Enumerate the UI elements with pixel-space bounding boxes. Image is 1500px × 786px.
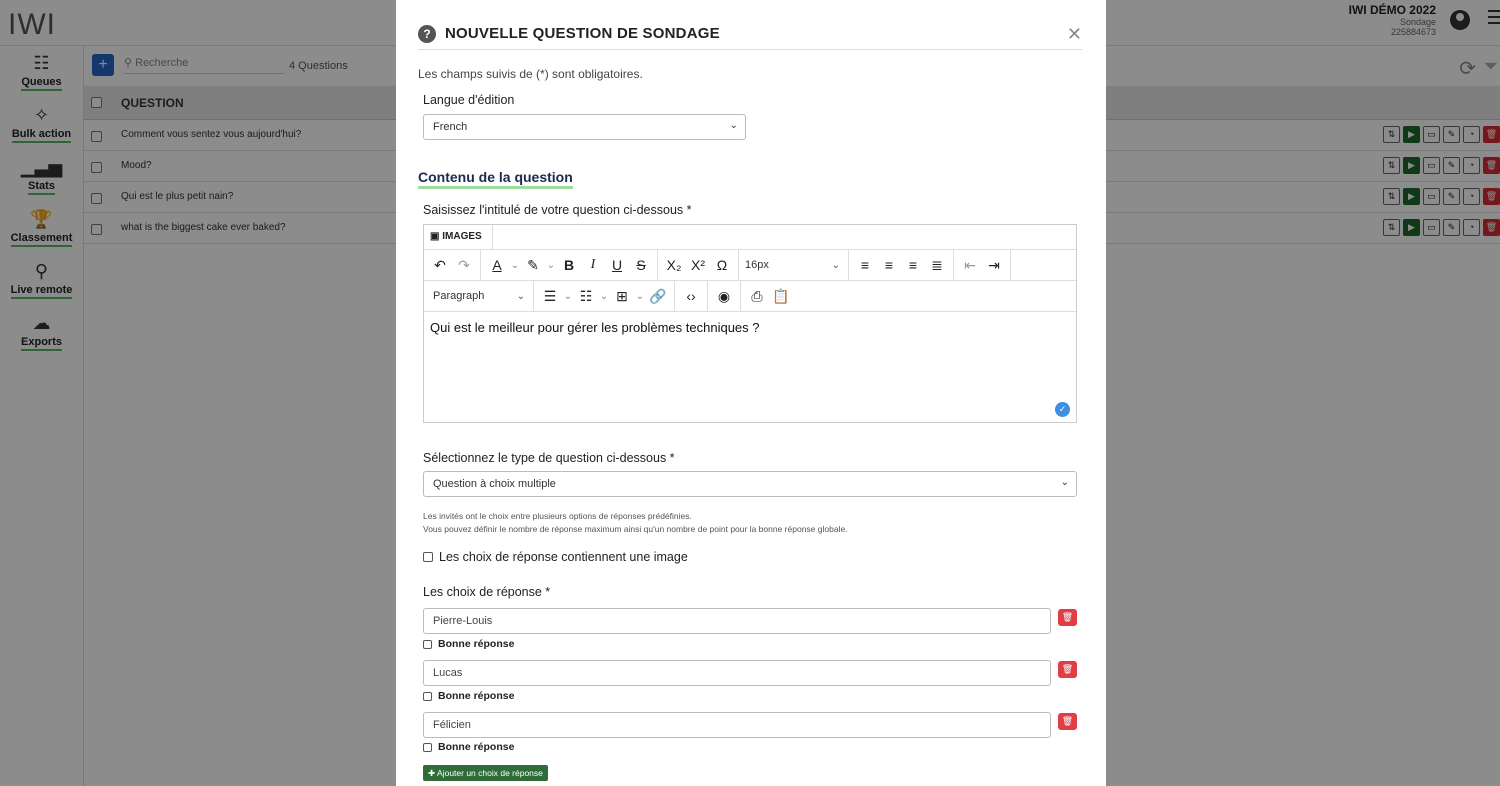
good-answer-option[interactable]: Bonne réponse — [423, 741, 514, 753]
paste-icon[interactable]: 📋 — [770, 288, 792, 305]
undo-icon[interactable]: ↶ — [429, 257, 451, 274]
editor-toolbar-row-1: ↶ ↷ A ⌄ ✎ ⌄ B I U S X₂ X² Ω 16px ⌄ ≡ ≡ ≡… — [424, 249, 1076, 281]
chevron-down-icon: ⌄ — [1060, 477, 1069, 488]
image-choices-option[interactable]: Les choix de réponse contiennent une ima… — [423, 550, 688, 564]
chevron-down-icon: ⌄ — [729, 120, 738, 131]
question-label: Saisissez l'intitulé de votre question c… — [423, 203, 692, 217]
align-center-icon[interactable]: ≡ — [878, 257, 900, 273]
preview-eye-icon[interactable]: ◉ — [713, 288, 735, 305]
chevron-down-icon[interactable]: ⌄ — [635, 291, 645, 302]
align-left-icon[interactable]: ≡ — [854, 257, 876, 273]
strikethrough-icon[interactable]: S — [630, 257, 652, 273]
bullet-list-icon[interactable]: ☰ — [539, 288, 561, 305]
align-justify-icon[interactable]: ≣ — [926, 257, 948, 274]
choice-input[interactable]: Félicien — [423, 712, 1051, 738]
chevron-down-icon[interactable]: ⌄ — [546, 260, 556, 271]
underline-icon[interactable]: U — [606, 257, 628, 273]
good-answer-label: Bonne réponse — [438, 741, 515, 753]
link-icon[interactable]: 🔗 — [647, 288, 669, 305]
print-icon[interactable]: ⎙ — [746, 288, 768, 305]
indent-icon[interactable]: ⇥ — [983, 257, 1005, 274]
subscript-icon[interactable]: X₂ — [663, 257, 685, 273]
text-color-icon[interactable]: A — [486, 257, 508, 273]
image-choices-label: Les choix de réponse contiennent une ima… — [439, 550, 688, 564]
question-type-value: Question à choix multiple — [433, 478, 556, 490]
block-format-select[interactable]: Paragraph ⌄ — [424, 280, 534, 312]
delete-choice-button[interactable]: 🗑 — [1058, 661, 1077, 678]
editor-menubar: ▣ IMAGES — [424, 225, 1076, 250]
good-answer-option[interactable]: Bonne réponse — [423, 638, 514, 650]
trash-icon: 🗑 — [1061, 664, 1074, 674]
good-answer-label: Bonne réponse — [438, 690, 515, 702]
numbered-list-icon[interactable]: ☷ — [575, 288, 597, 305]
add-choice-label: Ajouter un choix de réponse — [437, 768, 543, 778]
bold-icon[interactable]: B — [558, 257, 580, 273]
images-button[interactable]: ▣ IMAGES — [424, 225, 493, 249]
special-char-icon[interactable]: Ω — [711, 257, 733, 273]
table-icon[interactable]: ⊞ — [611, 288, 633, 305]
image-icon: ▣ — [430, 231, 440, 242]
language-label: Langue d'édition — [423, 93, 515, 107]
add-choice-button[interactable]: ✚ Ajouter un choix de réponse — [423, 765, 548, 781]
images-button-label: IMAGES — [442, 231, 482, 242]
font-size-value: 16px — [745, 258, 769, 271]
section-title: Contenu de la question — [418, 169, 573, 189]
outdent-icon[interactable]: ⇤ — [959, 257, 981, 274]
code-icon[interactable]: ‹› — [680, 288, 702, 304]
rich-text-editor: ▣ IMAGES ↶ ↷ A ⌄ ✎ ⌄ B I U S X₂ X² Ω 16p… — [423, 224, 1077, 423]
question-text: Qui est le meilleur pour gérer les probl… — [430, 320, 760, 335]
help-line: Les invités ont le choix entre plusieurs… — [423, 511, 692, 521]
modal-header: ? NOUVELLE QUESTION DE SONDAGE ✕ — [418, 22, 1082, 50]
delete-choice-button[interactable]: 🗑 — [1058, 609, 1077, 626]
chevron-down-icon: ⌄ — [831, 259, 840, 271]
question-type-help: Les invités ont le choix entre plusieurs… — [423, 510, 848, 536]
good-answer-label: Bonne réponse — [438, 638, 515, 650]
plus-icon: ✚ — [428, 768, 436, 778]
chevron-down-icon[interactable]: ⌄ — [510, 260, 520, 271]
highlight-icon[interactable]: ✎ — [522, 257, 544, 274]
redo-icon[interactable]: ↷ — [453, 257, 475, 274]
new-question-modal: ? NOUVELLE QUESTION DE SONDAGE ✕ Les cha… — [396, 0, 1106, 786]
choice-input[interactable]: Lucas — [423, 660, 1051, 686]
good-answer-checkbox[interactable] — [423, 639, 432, 649]
modal-title: NOUVELLE QUESTION DE SONDAGE — [445, 25, 720, 42]
good-answer-checkbox[interactable] — [423, 691, 432, 701]
question-type-select[interactable]: Question à choix multiple ⌄ — [423, 471, 1077, 497]
checkmark-icon: ✓ — [1055, 402, 1070, 417]
question-mark-icon: ? — [418, 25, 436, 43]
trash-icon: 🗑 — [1061, 612, 1074, 622]
image-choices-checkbox[interactable] — [423, 552, 433, 562]
italic-icon[interactable]: I — [582, 257, 604, 273]
language-select[interactable]: French ⌄ — [423, 114, 746, 140]
language-value: French — [433, 121, 468, 133]
align-right-icon[interactable]: ≡ — [902, 257, 924, 273]
good-answer-option[interactable]: Bonne réponse — [423, 690, 514, 702]
font-size-select[interactable]: 16px ⌄ — [739, 249, 849, 281]
chevron-down-icon[interactable]: ⌄ — [599, 291, 609, 302]
delete-choice-button[interactable]: 🗑 — [1058, 713, 1077, 730]
block-format-value: Paragraph — [433, 289, 485, 302]
editor-toolbar-row-2: Paragraph ⌄ ☰ ⌄ ☷ ⌄ ⊞ ⌄ 🔗 ‹› ◉ ⎙ 📋 — [424, 280, 1076, 312]
chevron-down-icon[interactable]: ⌄ — [563, 291, 573, 302]
choice-input[interactable]: Pierre-Louis — [423, 608, 1051, 634]
close-icon[interactable]: ✕ — [1067, 24, 1082, 45]
help-line: Vous pouvez définir le nombre de réponse… — [423, 524, 848, 534]
required-fields-note: Les champs suivis de (*) sont obligatoir… — [418, 67, 643, 81]
editor-content[interactable]: Qui est le meilleur pour gérer les probl… — [424, 312, 1076, 423]
question-type-label: Sélectionnez le type de question ci-dess… — [423, 451, 675, 465]
chevron-down-icon: ⌄ — [516, 290, 525, 302]
trash-icon: 🗑 — [1061, 716, 1074, 726]
choices-label: Les choix de réponse * — [423, 585, 551, 599]
good-answer-checkbox[interactable] — [423, 742, 432, 752]
superscript-icon[interactable]: X² — [687, 257, 709, 273]
